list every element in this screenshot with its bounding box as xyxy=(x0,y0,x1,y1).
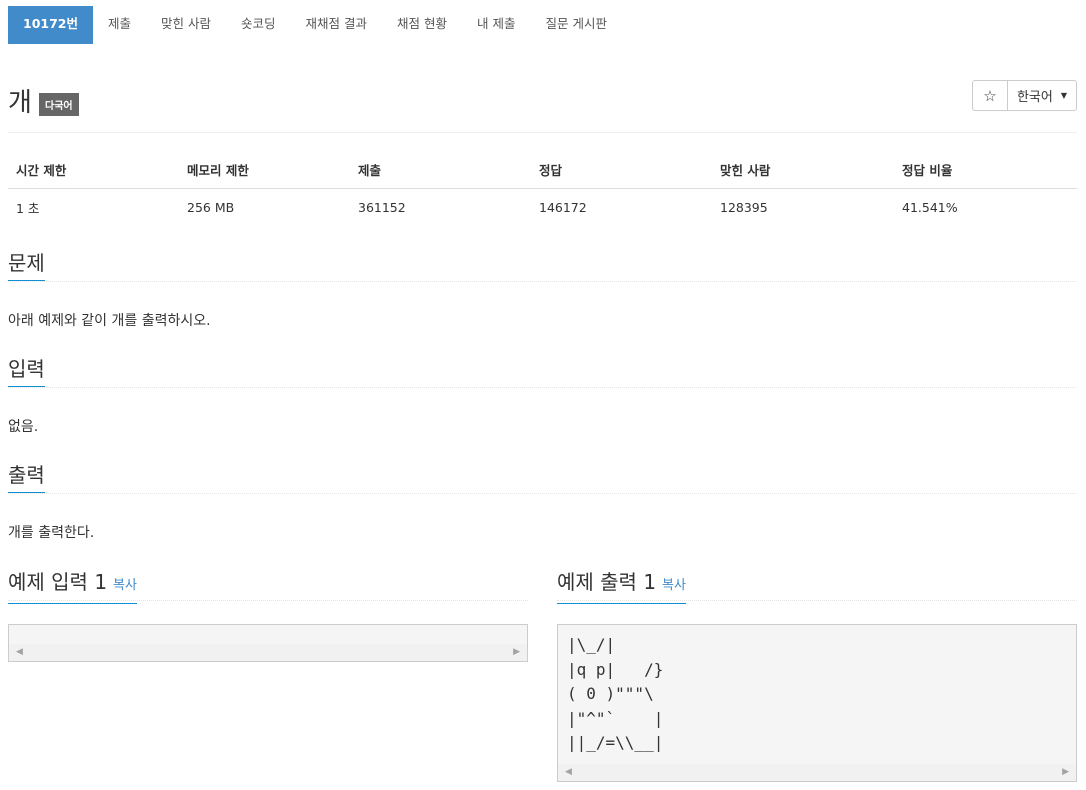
header-accept-ratio: 정답 비율 xyxy=(894,150,1077,189)
tab-judge-status[interactable]: 채점 현황 xyxy=(382,6,462,44)
tab-rejudge-results[interactable]: 재채점 결과 xyxy=(291,6,382,44)
sample-input-heading: 예제 입력 1 복사 xyxy=(8,569,137,604)
language-dropdown[interactable]: 한국어 ▼ xyxy=(1007,80,1077,111)
sample-input-box: ◀ ▶ xyxy=(8,624,528,662)
scroll-left-icon[interactable]: ◀ xyxy=(565,767,572,777)
problem-nav: 10172번 제출 맞힌 사람 숏코딩 재채점 결과 채점 현황 내 제출 질문… xyxy=(8,6,622,44)
sample-output-content: |\_/| |q p| /} ( 0 )"""\ |"^"` | ||_/=\\… xyxy=(567,635,664,752)
tab-solved-users[interactable]: 맞힌 사람 xyxy=(146,6,226,44)
header-solved-users: 맞힌 사람 xyxy=(712,150,894,189)
info-value-row: 1 초 256 MB 361152 146172 128395 41.541% xyxy=(8,189,1077,227)
value-accepted: 146172 xyxy=(539,200,587,215)
sample-input-scrollbar[interactable]: ◀ ▶ xyxy=(9,644,527,661)
output-section-header: 출력 xyxy=(8,462,1077,494)
header-time-limit: 시간 제한 xyxy=(8,150,179,189)
problem-description: 아래 예제와 같이 개를 출력하시오. xyxy=(8,313,211,329)
scroll-right-icon[interactable]: ▶ xyxy=(513,647,520,657)
sample-output-box: |\_/| |q p| /} ( 0 )"""\ |"^"` | ||_/=\\… xyxy=(557,624,1077,782)
value-submissions: 361152 xyxy=(358,200,406,215)
sample-output-scrollbar[interactable]: ◀ ▶ xyxy=(558,764,1076,781)
tab-question-board[interactable]: 질문 게시판 xyxy=(530,6,621,44)
sample-input-title: 예제 입력 1 xyxy=(8,570,108,594)
multilang-badge: 다국어 xyxy=(39,93,79,116)
scroll-right-icon[interactable]: ▶ xyxy=(1062,767,1069,777)
copy-sample-input-button[interactable]: 복사 xyxy=(113,578,137,593)
tab-short-coding[interactable]: 숏코딩 xyxy=(226,6,291,44)
problem-info-table: 시간 제한 메모리 제한 제출 정답 맞힌 사람 정답 비율 1 초 256 M… xyxy=(8,150,1077,226)
tab-problem[interactable]: 10172번 xyxy=(8,6,93,44)
problem-section-header: 문제 xyxy=(8,250,1077,282)
problem-section-title: 문제 xyxy=(8,250,45,281)
header-accepted: 정답 xyxy=(531,150,712,189)
problem-toolbar: ☆ 한국어 ▼ xyxy=(972,80,1077,111)
sample-output-title: 예제 출력 1 xyxy=(557,570,657,594)
sample-input-header: 예제 입력 1 복사 xyxy=(8,569,528,604)
input-description: 없음. xyxy=(8,419,39,435)
sample-output-heading: 예제 출력 1 복사 xyxy=(557,569,686,604)
header-memory-limit: 메모리 제한 xyxy=(179,150,350,189)
language-label: 한국어 xyxy=(1016,90,1053,105)
output-description: 개를 출력한다. xyxy=(8,525,95,541)
tab-submit[interactable]: 제출 xyxy=(93,6,146,44)
value-time-limit: 1 초 xyxy=(16,201,40,216)
caret-down-icon: ▼ xyxy=(1060,91,1068,100)
value-memory-limit: 256 MB xyxy=(187,200,235,215)
problem-header: 개 다국어 ☆ 한국어 ▼ xyxy=(8,80,1077,133)
input-section-title: 입력 xyxy=(8,356,45,387)
favorite-button[interactable]: ☆ xyxy=(972,80,1007,111)
input-section-header: 입력 xyxy=(8,356,1077,388)
tab-my-submissions[interactable]: 내 제출 xyxy=(462,6,530,44)
star-icon: ☆ xyxy=(983,86,997,105)
info-header-row: 시간 제한 메모리 제한 제출 정답 맞힌 사람 정답 비율 xyxy=(8,150,1077,189)
copy-sample-output-button[interactable]: 복사 xyxy=(662,578,686,593)
output-section-title: 출력 xyxy=(8,462,45,493)
scroll-left-icon[interactable]: ◀ xyxy=(16,647,23,657)
sample-input-content xyxy=(9,625,527,633)
value-solved-users: 128395 xyxy=(720,200,768,215)
sample-output-header: 예제 출력 1 복사 xyxy=(557,569,1077,604)
header-submissions: 제출 xyxy=(350,150,531,189)
value-accept-ratio: 41.541% xyxy=(902,200,958,215)
page-title: 개 xyxy=(8,88,32,118)
